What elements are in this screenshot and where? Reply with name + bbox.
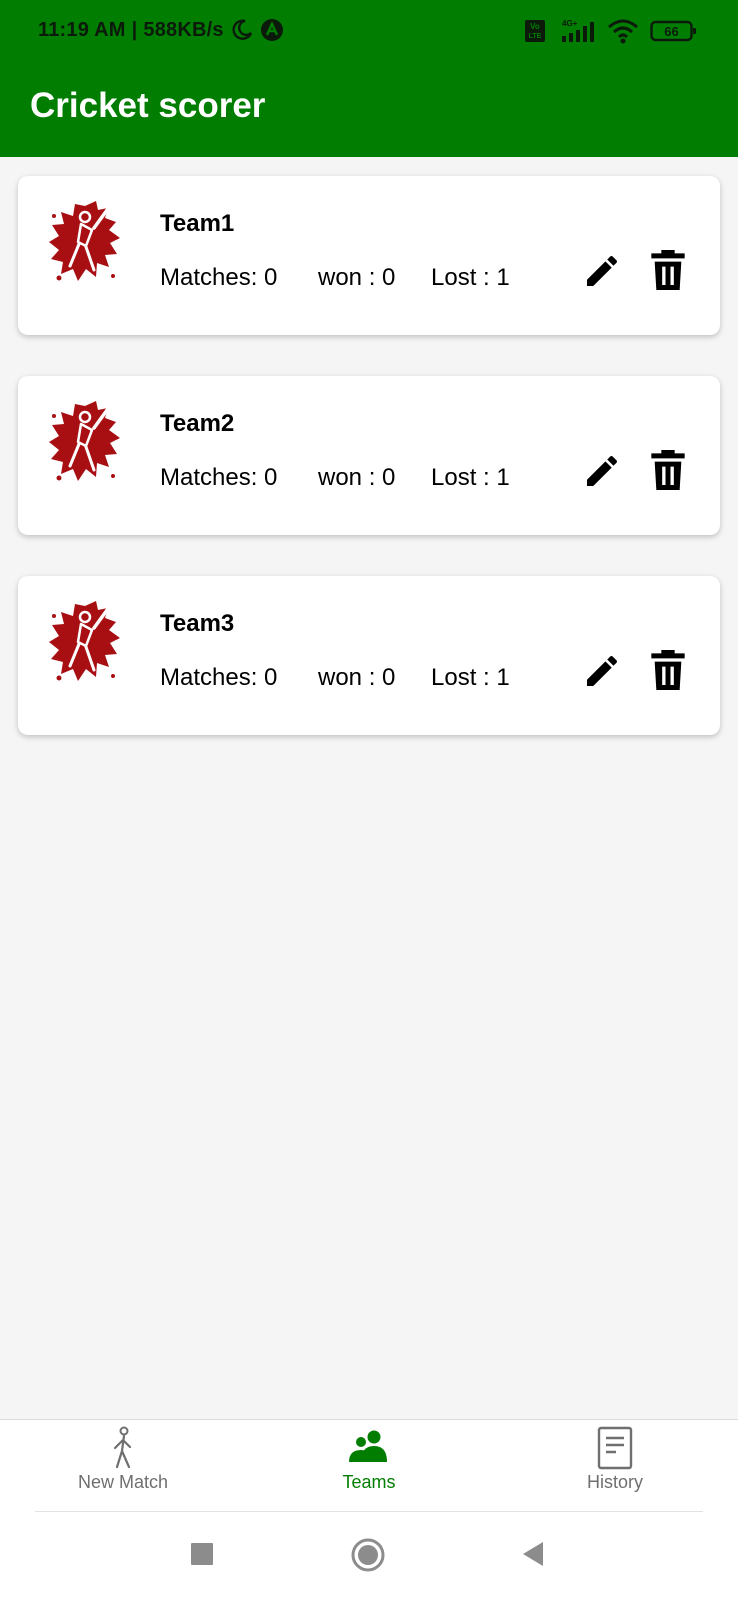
status-bar: 11:19 AM | 588KB/s Vo LTE 4G+ 66 xyxy=(0,0,738,66)
matches-value: 0 xyxy=(264,464,278,491)
group-icon xyxy=(349,1430,387,1462)
team-list: Team1 Matches: 0 won : 0 Lost : 1 Team2 … xyxy=(0,157,738,751)
edit-team-button[interactable] xyxy=(582,451,622,491)
team-card[interactable]: Team1 Matches: 0 won : 0 Lost : 1 xyxy=(18,176,720,335)
team-card[interactable]: Team2 Matches: 0 won : 0 Lost : 1 xyxy=(18,376,720,535)
matches-label: Matches: xyxy=(160,664,258,691)
won-value: 0 xyxy=(382,264,396,291)
team-name: Team1 xyxy=(160,210,235,237)
system-navigation xyxy=(0,1512,738,1600)
nav-label: Teams xyxy=(342,1472,396,1492)
delete-team-button[interactable] xyxy=(648,648,688,692)
lost-label: Lost : xyxy=(431,264,490,291)
team-name: Team3 xyxy=(160,610,235,637)
matches-label: Matches: xyxy=(160,264,258,291)
matches-stat: Matches: 0 xyxy=(160,464,318,492)
won-value: 0 xyxy=(382,664,396,691)
won-value: 0 xyxy=(382,464,396,491)
delete-team-button[interactable] xyxy=(648,448,688,492)
lost-stat: Lost : 1 xyxy=(431,664,510,692)
team-card[interactable]: Team3 Matches: 0 won : 0 Lost : 1 xyxy=(18,576,720,735)
cricket-batsman-logo-icon xyxy=(49,401,120,481)
svg-text:4G+: 4G+ xyxy=(562,19,578,28)
status-time: 11:19 AM xyxy=(38,18,126,41)
status-right: Vo LTE 4G+ 66 xyxy=(524,18,698,44)
lost-value: 1 xyxy=(496,464,510,491)
team-stats: Matches: 0 won : 0 Lost : 1 xyxy=(160,264,510,292)
lost-label: Lost : xyxy=(431,664,490,691)
status-separator: | xyxy=(131,18,138,41)
lost-label: Lost : xyxy=(431,464,490,491)
cricket-batsman-logo-icon xyxy=(49,201,120,281)
battery-level: 66 xyxy=(664,24,678,39)
pencil-icon xyxy=(587,455,618,486)
app-notification-icon xyxy=(260,19,283,41)
lost-value: 1 xyxy=(496,264,510,291)
network-speed: 588KB/s xyxy=(143,18,224,41)
matches-stat: Matches: 0 xyxy=(160,664,318,692)
moon-icon xyxy=(232,19,252,40)
nav-new-match[interactable]: New Match xyxy=(0,1420,246,1512)
battery-icon: 66 xyxy=(650,20,696,42)
won-label: won : xyxy=(318,264,376,291)
cricket-batsman-logo-icon xyxy=(49,601,120,681)
matches-stat: Matches: 0 xyxy=(160,264,318,292)
svg-text:LTE: LTE xyxy=(529,33,542,40)
delete-team-button[interactable] xyxy=(648,248,688,292)
document-icon xyxy=(597,1426,633,1470)
walking-person-icon xyxy=(113,1426,132,1469)
trash-icon xyxy=(651,250,685,290)
team-stats: Matches: 0 won : 0 Lost : 1 xyxy=(160,664,510,692)
lost-value: 1 xyxy=(496,664,510,691)
signal-4g-icon: 4G+ xyxy=(562,19,594,42)
app-header: 11:19 AM | 588KB/s Vo LTE 4G+ 66 Cricket… xyxy=(0,0,738,157)
trash-icon xyxy=(651,450,685,490)
edit-team-button[interactable] xyxy=(582,651,622,691)
app-title: Cricket scorer xyxy=(30,86,266,125)
won-stat: won : 0 xyxy=(318,464,431,492)
home-circle-icon[interactable] xyxy=(351,1538,385,1572)
won-label: won : xyxy=(318,464,376,491)
nav-teams[interactable]: Teams xyxy=(246,1420,492,1512)
won-stat: won : 0 xyxy=(318,664,431,692)
nav-label: New Match xyxy=(77,1472,169,1492)
nav-label: History xyxy=(586,1472,643,1492)
team-stats: Matches: 0 won : 0 Lost : 1 xyxy=(160,464,510,492)
pencil-icon xyxy=(587,255,618,286)
status-left: 11:19 AM | 588KB/s xyxy=(38,18,284,42)
won-label: won : xyxy=(318,664,376,691)
volte-icon: Vo LTE xyxy=(525,20,545,42)
svg-text:Vo: Vo xyxy=(530,22,540,31)
back-triangle-icon[interactable] xyxy=(521,1541,545,1567)
team-name: Team2 xyxy=(160,410,235,437)
edit-team-button[interactable] xyxy=(582,251,622,291)
matches-value: 0 xyxy=(264,664,278,691)
pencil-icon xyxy=(587,655,618,686)
won-stat: won : 0 xyxy=(318,264,431,292)
trash-icon xyxy=(651,650,685,690)
matches-value: 0 xyxy=(264,264,278,291)
matches-label: Matches: xyxy=(160,464,258,491)
lost-stat: Lost : 1 xyxy=(431,264,510,292)
recents-square-icon[interactable] xyxy=(190,1542,214,1566)
nav-history[interactable]: History xyxy=(492,1420,738,1512)
bottom-navigation: New Match Teams History xyxy=(0,1419,738,1512)
wifi-icon xyxy=(608,19,638,44)
lost-stat: Lost : 1 xyxy=(431,464,510,492)
